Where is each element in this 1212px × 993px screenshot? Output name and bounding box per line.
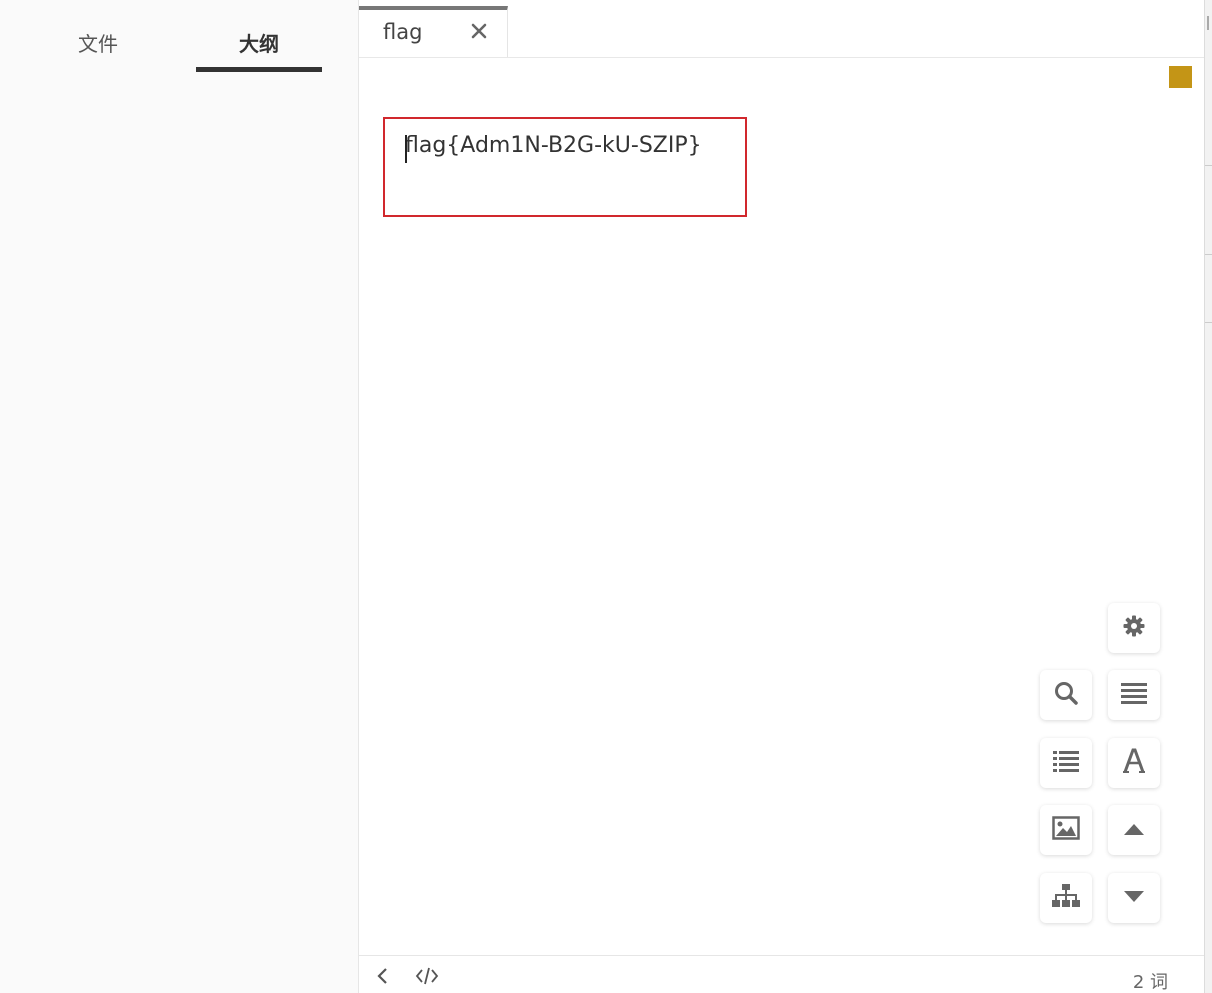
gear-icon: [1122, 614, 1146, 642]
text-caret: [405, 135, 407, 163]
paragraph-icon: [1120, 682, 1148, 708]
arrow-up-icon: [1122, 821, 1146, 840]
sidebar-tab-outline-label: 大纲: [239, 32, 279, 56]
settings-button[interactable]: [1108, 603, 1160, 653]
outline-tree-button[interactable]: [1040, 873, 1092, 923]
paragraph-button[interactable]: [1108, 670, 1160, 720]
status-bar: 2 词: [359, 955, 1204, 993]
sitemap-icon: [1052, 884, 1080, 912]
sidebar-tab-outline[interactable]: 大纲: [196, 28, 322, 72]
scroll-down-button[interactable]: [1108, 873, 1160, 923]
window-edge: [1204, 0, 1212, 993]
tab-flag[interactable]: flag: [359, 6, 508, 57]
image-icon: [1052, 816, 1080, 844]
edge-mark: [1207, 16, 1209, 30]
bookmark-marker: [1169, 66, 1192, 88]
edge-divider: [1205, 254, 1212, 255]
sidebar-tab-files-label: 文件: [78, 32, 118, 56]
word-count[interactable]: 2 词: [1133, 968, 1168, 993]
edge-divider: [1205, 165, 1212, 166]
tab-bar: flag: [359, 0, 1204, 58]
app-window: 文件 大纲 flag flag{Adm1N-B2G-kU-SZIP} 2 词: [0, 0, 1212, 993]
tab-title: flag: [383, 20, 423, 44]
list-button[interactable]: [1040, 738, 1092, 788]
search-button[interactable]: [1040, 670, 1092, 720]
document-text[interactable]: flag{Adm1N-B2G-kU-SZIP}: [405, 133, 702, 158]
active-tab-indicator: [196, 67, 322, 72]
editor-pane: flag flag{Adm1N-B2G-kU-SZIP} 2 词: [359, 0, 1204, 993]
font-icon: [1121, 748, 1147, 778]
list-icon: [1052, 750, 1080, 776]
search-icon: [1053, 680, 1079, 710]
edge-divider: [1205, 322, 1212, 323]
close-icon[interactable]: [467, 19, 491, 43]
scroll-up-button[interactable]: [1108, 805, 1160, 855]
sidebar: 文件 大纲: [0, 0, 359, 993]
chevron-left-icon[interactable]: [373, 966, 393, 986]
source-code-icon[interactable]: [415, 966, 439, 986]
sidebar-tab-files[interactable]: 文件: [36, 28, 160, 70]
highlight-box: flag{Adm1N-B2G-kU-SZIP}: [383, 117, 747, 217]
font-button[interactable]: [1108, 738, 1160, 788]
image-button[interactable]: [1040, 805, 1092, 855]
arrow-down-icon: [1122, 889, 1146, 908]
